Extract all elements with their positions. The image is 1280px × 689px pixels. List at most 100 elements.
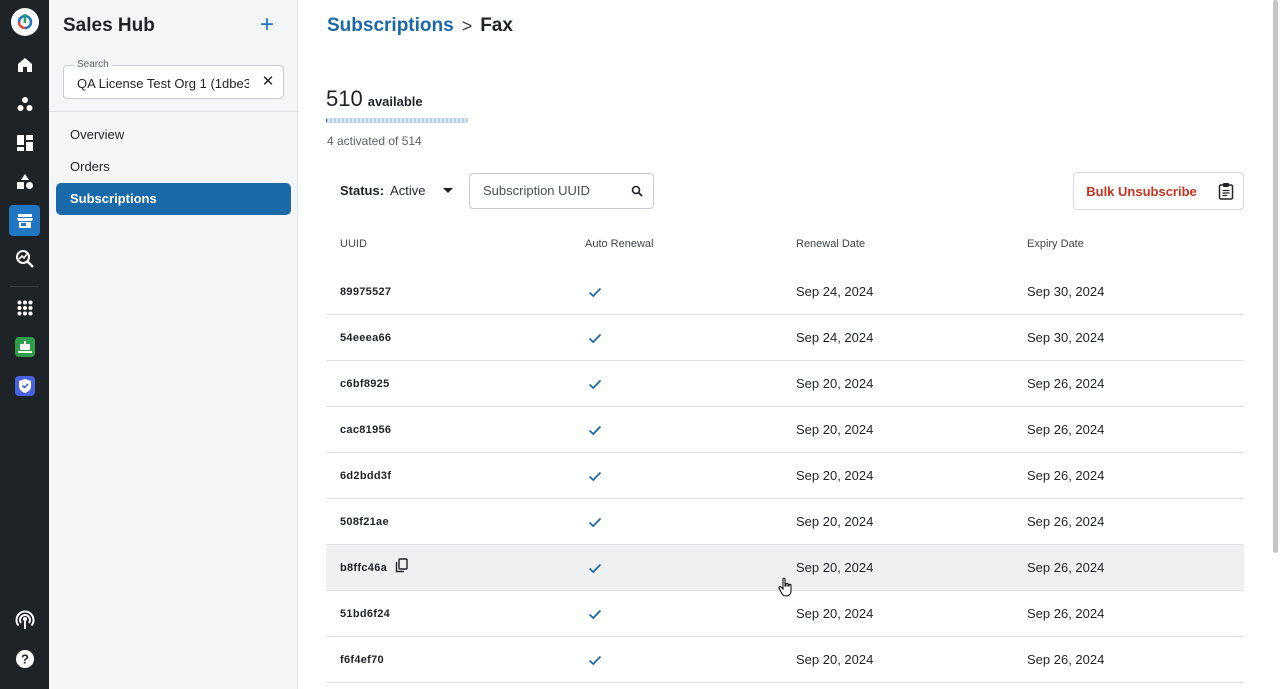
uuid-text: 89975527 bbox=[340, 286, 392, 298]
uuid-cell[interactable]: 508f21ae bbox=[340, 499, 389, 545]
caret-down-icon[interactable] bbox=[443, 188, 454, 193]
table-row[interactable]: 508f21ae Sep 20, 2024 Sep 26, 2024 bbox=[326, 499, 1244, 545]
logo-icon[interactable] bbox=[9, 6, 40, 37]
activation-progress-bar bbox=[326, 118, 468, 123]
uuid-search-field[interactable] bbox=[469, 173, 654, 209]
renewal-date-cell: Sep 20, 2024 bbox=[796, 514, 874, 529]
table-row[interactable]: 54eeea66 Sep 24, 2024 Sep 30, 2024 bbox=[326, 315, 1244, 361]
analytics-search-icon[interactable] bbox=[9, 243, 40, 274]
renewal-date-cell: Sep 24, 2024 bbox=[796, 330, 874, 345]
bulk-unsubscribe-button[interactable]: Bulk Unsubscribe bbox=[1073, 172, 1210, 210]
org-search-field[interactable]: Search QA License Test Org 1 (1dbe3 ✕ bbox=[63, 59, 284, 99]
renewal-date-cell: Sep 20, 2024 bbox=[796, 652, 874, 667]
auto-renewal-cell bbox=[588, 315, 602, 361]
table-row[interactable]: 6d2bdd3f Sep 20, 2024 Sep 26, 2024 bbox=[326, 453, 1244, 499]
search-icon[interactable] bbox=[631, 185, 643, 197]
uuid-text: cac81956 bbox=[340, 424, 392, 436]
dashboard-icon[interactable] bbox=[9, 127, 40, 158]
check-icon bbox=[588, 563, 602, 573]
status-filter[interactable]: Status: Active bbox=[340, 183, 454, 198]
shapes-icon[interactable] bbox=[9, 166, 40, 197]
expiry-date-cell: Sep 26, 2024 bbox=[1027, 652, 1105, 667]
uuid-text: 508f21ae bbox=[340, 516, 389, 528]
auto-renewal-cell bbox=[588, 407, 602, 453]
breadcrumb-subscriptions-link[interactable]: Subscriptions bbox=[327, 15, 454, 37]
uuid-cell[interactable]: b8ffc46a bbox=[340, 545, 408, 591]
uuid-cell[interactable]: cac81956 bbox=[340, 407, 391, 453]
rail-divider bbox=[10, 286, 39, 287]
uuid-cell[interactable]: 51bd6f24 bbox=[340, 591, 390, 637]
expiry-date-cell: Sep 30, 2024 bbox=[1027, 330, 1105, 345]
uuid-text: b8ffc46a bbox=[340, 562, 388, 574]
renewal-date-cell: Sep 20, 2024 bbox=[796, 376, 874, 391]
table-row[interactable]: cac81956 Sep 20, 2024 Sep 26, 2024 bbox=[326, 407, 1244, 453]
expiry-date-cell: Sep 26, 2024 bbox=[1027, 606, 1105, 621]
check-icon bbox=[588, 287, 602, 297]
expiry-date-cell: Sep 30, 2024 bbox=[1027, 284, 1105, 299]
broadcast-icon[interactable] bbox=[9, 604, 40, 635]
uuid-cell[interactable]: 54eeea66 bbox=[340, 315, 391, 361]
close-icon[interactable]: ✕ bbox=[260, 74, 276, 90]
breadcrumb: Subscriptions > Fax bbox=[327, 15, 513, 37]
column-header-auto-renewal[interactable]: Auto Renewal bbox=[585, 238, 654, 250]
sidebar: Sales Hub + Search QA License Test Org 1… bbox=[49, 0, 298, 689]
sidebar-item-subscriptions[interactable]: Subscriptions bbox=[56, 183, 291, 215]
help-icon[interactable]: ? bbox=[9, 643, 40, 674]
clients-icon[interactable] bbox=[9, 88, 40, 119]
check-icon bbox=[588, 425, 602, 435]
table-row[interactable]: 89975527 Sep 24, 2024 Sep 30, 2024 bbox=[326, 269, 1244, 315]
apps-grid-icon[interactable] bbox=[9, 292, 40, 323]
check-icon bbox=[588, 379, 602, 389]
renewal-date-cell: Sep 24, 2024 bbox=[796, 284, 874, 299]
expiry-date-cell: Sep 26, 2024 bbox=[1027, 560, 1105, 575]
plus-icon[interactable]: + bbox=[257, 13, 277, 37]
icon-rail: ? bbox=[0, 0, 49, 689]
expiry-date-cell: Sep 26, 2024 bbox=[1027, 422, 1105, 437]
column-header-uuid[interactable]: UUID bbox=[340, 238, 367, 250]
table-row[interactable]: c6bf8925 Sep 20, 2024 Sep 26, 2024 bbox=[326, 361, 1244, 407]
search-value[interactable]: QA License Test Org 1 (1dbe3 bbox=[77, 76, 249, 91]
table-row[interactable]: 51bd6f24 Sep 20, 2024 Sep 26, 2024 bbox=[326, 591, 1244, 637]
column-header-expiry-date[interactable]: Expiry Date bbox=[1027, 238, 1084, 250]
sidebar-item-overview[interactable]: Overview bbox=[56, 119, 291, 151]
uuid-cell[interactable]: c6bf8925 bbox=[340, 361, 390, 407]
svg-text:?: ? bbox=[21, 651, 29, 666]
sidebar-item-orders[interactable]: Orders bbox=[56, 151, 291, 183]
check-icon bbox=[588, 333, 602, 343]
uuid-cell[interactable]: 6d2bdd3f bbox=[340, 453, 391, 499]
uuid-text: 51bd6f24 bbox=[340, 608, 391, 620]
chevron-right-icon: > bbox=[461, 15, 473, 36]
shield-app-icon[interactable] bbox=[9, 370, 40, 401]
copy-icon[interactable] bbox=[395, 557, 408, 573]
expiry-date-cell: Sep 26, 2024 bbox=[1027, 514, 1105, 529]
search-label: Search bbox=[74, 59, 112, 71]
renewal-date-cell: Sep 20, 2024 bbox=[796, 560, 874, 575]
availability-summary: 510 available bbox=[326, 86, 423, 112]
status-filter-value[interactable]: Active bbox=[390, 183, 425, 198]
column-header-renewal-date[interactable]: Renewal Date bbox=[796, 238, 865, 250]
sidebar-title: Sales Hub bbox=[63, 15, 155, 36]
table-row[interactable]: f6f4ef70 Sep 20, 2024 Sep 26, 2024 bbox=[326, 637, 1244, 683]
uuid-cell[interactable]: 89975527 bbox=[340, 269, 391, 315]
store-icon[interactable] bbox=[9, 205, 40, 236]
auto-renewal-cell bbox=[588, 591, 602, 637]
uuid-text: f6f4ef70 bbox=[340, 654, 384, 666]
sidebar-divider bbox=[49, 111, 298, 112]
home-icon[interactable] bbox=[9, 49, 40, 80]
check-icon bbox=[588, 609, 602, 619]
clipboard-button[interactable] bbox=[1209, 172, 1244, 210]
expiry-date-cell: Sep 26, 2024 bbox=[1027, 376, 1105, 391]
hand-cursor-icon bbox=[778, 577, 792, 597]
available-label: available bbox=[367, 94, 423, 109]
check-icon bbox=[588, 517, 602, 527]
auto-renewal-cell bbox=[588, 545, 602, 591]
clipboard-icon bbox=[1218, 183, 1234, 200]
bot-app-icon[interactable] bbox=[9, 331, 40, 362]
auto-renewal-cell bbox=[588, 269, 602, 315]
activation-progress-fill bbox=[326, 118, 328, 123]
uuid-search-input[interactable] bbox=[483, 183, 623, 198]
auto-renewal-cell bbox=[588, 637, 602, 683]
uuid-cell[interactable]: f6f4ef70 bbox=[340, 637, 384, 683]
page-scrollbar[interactable] bbox=[1273, 0, 1278, 553]
auto-renewal-cell bbox=[588, 499, 602, 545]
